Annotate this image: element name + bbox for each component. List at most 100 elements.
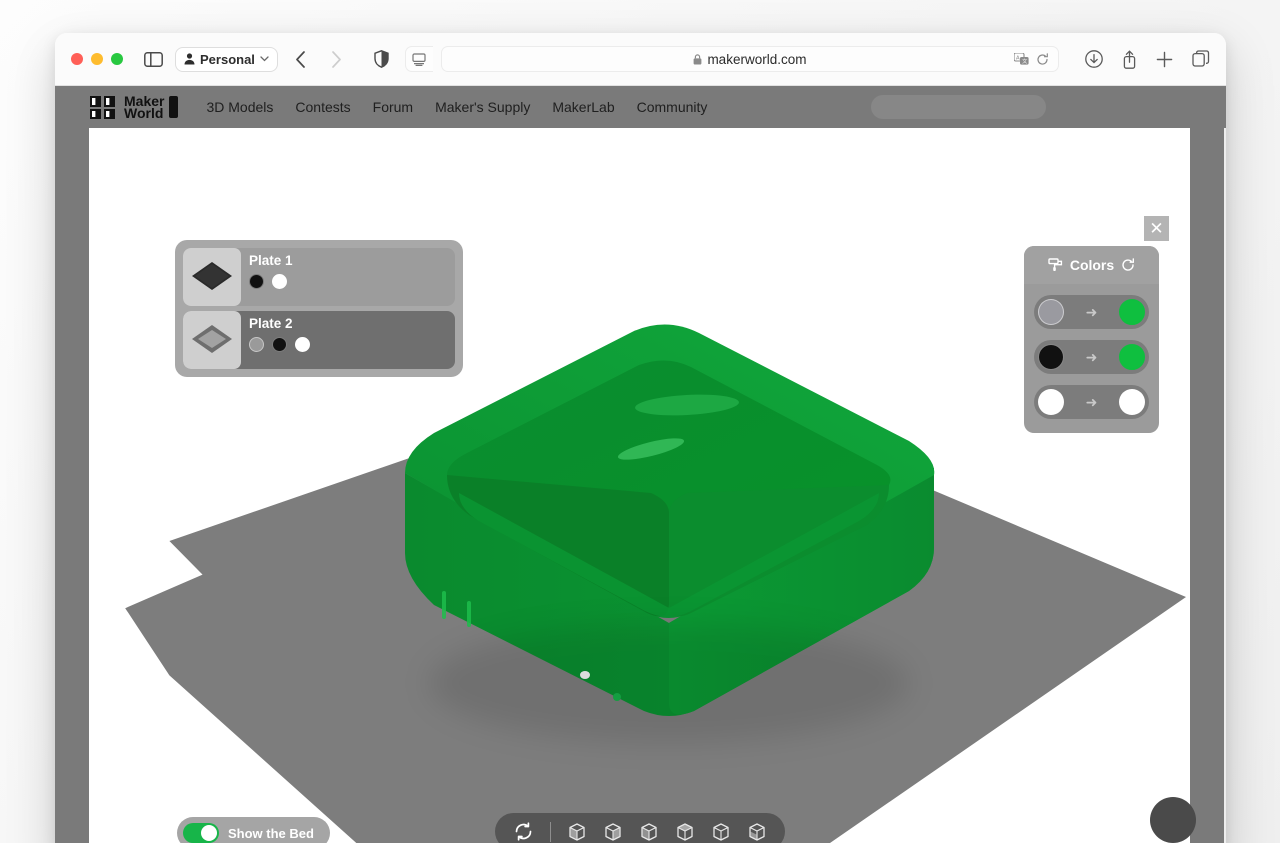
window-controls[interactable] bbox=[71, 53, 123, 65]
site-navigation-bar: Maker World 3D Models Contests Forum Mak… bbox=[55, 86, 1226, 128]
colors-panel-title: Colors bbox=[1069, 257, 1115, 273]
paint-roller-icon bbox=[1048, 258, 1062, 271]
profile-label: Personal bbox=[200, 51, 255, 67]
colors-panel: Colors ➜ ➜ ➜ bbox=[1024, 246, 1159, 433]
downloads-icon[interactable] bbox=[1085, 50, 1103, 68]
close-viewer-button[interactable]: ✕ bbox=[1144, 216, 1169, 241]
share-icon[interactable] bbox=[1122, 50, 1137, 69]
color-mapping-row[interactable]: ➜ bbox=[1034, 340, 1149, 374]
translate-icon: A文 bbox=[1014, 53, 1029, 65]
maximize-window-button[interactable] bbox=[111, 53, 123, 65]
view-top-button[interactable] bbox=[711, 822, 731, 842]
close-window-button[interactable] bbox=[71, 53, 83, 65]
view-bottom-button[interactable] bbox=[747, 822, 767, 842]
lock-icon bbox=[694, 53, 702, 64]
plate-item-1[interactable]: Plate 1 bbox=[183, 248, 455, 306]
tab-overview-icon[interactable] bbox=[1192, 50, 1210, 68]
makerworld-logo[interactable]: Maker World bbox=[89, 94, 179, 121]
color-mapping-row[interactable]: ➜ bbox=[1034, 385, 1149, 419]
nav-item-contests[interactable]: Contests bbox=[295, 99, 350, 115]
color-mapping-row[interactable]: ➜ bbox=[1034, 295, 1149, 329]
address-bar-container: makerworld.com A文 bbox=[404, 46, 1059, 72]
target-color-swatch[interactable] bbox=[1118, 389, 1145, 415]
url-label: makerworld.com bbox=[707, 51, 807, 67]
plate-item-2[interactable]: Plate 2 bbox=[183, 311, 455, 369]
page-background-left bbox=[55, 86, 89, 843]
nav-item-makerlab[interactable]: MakerLab bbox=[552, 99, 614, 115]
plate-info: Plate 1 bbox=[249, 248, 293, 306]
plate-swatches bbox=[249, 337, 310, 352]
show-bed-toggle[interactable]: Show the Bed bbox=[177, 817, 330, 843]
plates-panel: Plate 1 Plate 2 bbox=[175, 240, 463, 377]
address-bar-actions: A文 bbox=[1014, 52, 1049, 66]
model-viewer-overlay: Plate 1 Plate 2 Colors ➜ ➜ ➜ ✕ Show the … bbox=[89, 128, 1190, 843]
view-right-button[interactable] bbox=[675, 822, 695, 842]
logo-line-2: World bbox=[124, 105, 164, 121]
view-left-button[interactable] bbox=[639, 822, 659, 842]
nav-item-community[interactable]: Community bbox=[637, 99, 708, 115]
plate-name: Plate 2 bbox=[249, 316, 293, 331]
svg-text:A: A bbox=[1016, 55, 1020, 61]
source-color-swatch[interactable] bbox=[1038, 344, 1064, 370]
url-text-wrap: makerworld.com bbox=[693, 52, 806, 67]
plate-solid-thumb-icon bbox=[192, 262, 232, 290]
plate-info: Plate 2 bbox=[249, 311, 310, 369]
toggle-switch[interactable] bbox=[183, 823, 219, 843]
minimize-window-button[interactable] bbox=[91, 53, 103, 65]
chat-support-button[interactable] bbox=[1150, 797, 1196, 843]
reset-view-icon[interactable] bbox=[513, 821, 534, 842]
nav-item-makers-supply[interactable]: Maker's Supply bbox=[435, 99, 530, 115]
forward-arrow-icon[interactable] bbox=[324, 46, 350, 72]
plate-swatch[interactable] bbox=[272, 274, 287, 289]
nav-links: 3D Models Contests Forum Maker's Supply … bbox=[206, 99, 707, 115]
plus-icon[interactable] bbox=[1156, 51, 1173, 68]
chevron-down-icon bbox=[260, 56, 269, 62]
address-bar[interactable]: makerworld.com A文 bbox=[440, 46, 1059, 72]
plate-thumbnail bbox=[183, 311, 241, 369]
view-front-button[interactable] bbox=[567, 822, 587, 842]
plate-thumbnail bbox=[183, 248, 241, 306]
plate-swatch[interactable] bbox=[295, 337, 310, 352]
plate-hollow-thumb-icon bbox=[192, 325, 232, 353]
color-mapping-list: ➜ ➜ ➜ bbox=[1024, 284, 1159, 433]
source-color-swatch[interactable] bbox=[1038, 389, 1064, 415]
makerworld-logo-icon bbox=[90, 96, 115, 119]
source-color-swatch[interactable] bbox=[1038, 299, 1064, 325]
sidebar-icon[interactable] bbox=[141, 47, 165, 71]
reader-view-icon[interactable] bbox=[404, 46, 433, 72]
logo-badge bbox=[169, 96, 179, 118]
view-toolbar bbox=[494, 813, 785, 843]
reset-icon bbox=[1122, 258, 1135, 271]
profile-switcher-button[interactable]: Personal bbox=[175, 46, 278, 72]
page-edge bbox=[1224, 86, 1226, 843]
back-arrow-icon[interactable] bbox=[288, 46, 314, 72]
target-color-swatch[interactable] bbox=[1118, 299, 1145, 325]
nav-item-forum[interactable]: Forum bbox=[373, 99, 413, 115]
plate-swatch[interactable] bbox=[249, 337, 264, 352]
browser-toolbar: Personal makerworld.com A 文 bbox=[55, 33, 1226, 86]
plate-swatch[interactable] bbox=[249, 274, 264, 289]
page-background-right bbox=[1190, 86, 1224, 843]
plate-name: Plate 1 bbox=[249, 253, 293, 268]
nav-item-3d-models[interactable]: 3D Models bbox=[206, 99, 273, 115]
svg-text:文: 文 bbox=[1022, 57, 1028, 65]
view-back-button[interactable] bbox=[603, 822, 623, 842]
arrow-right-icon: ➜ bbox=[1085, 303, 1098, 320]
screen: Personal makerworld.com A 文 Maker World … bbox=[0, 0, 1280, 843]
show-bed-label: Show the Bed bbox=[228, 825, 314, 841]
browser-window: Personal makerworld.com A 文 Maker World … bbox=[55, 33, 1226, 843]
shield-icon[interactable] bbox=[374, 50, 389, 68]
arrow-right-icon: ➜ bbox=[1085, 393, 1098, 410]
plate-swatch[interactable] bbox=[272, 337, 287, 352]
toolbar-right-actions bbox=[1085, 50, 1210, 69]
person-icon bbox=[184, 53, 195, 65]
toolbar-divider bbox=[549, 821, 551, 842]
reload-icon bbox=[1037, 52, 1048, 65]
web-page: Maker World 3D Models Contests Forum Mak… bbox=[55, 86, 1226, 843]
plate-swatches bbox=[249, 274, 293, 289]
arrow-right-icon: ➜ bbox=[1085, 348, 1098, 365]
colors-panel-header: Colors bbox=[1024, 246, 1159, 284]
target-color-swatch[interactable] bbox=[1118, 344, 1145, 370]
3d-model[interactable] bbox=[389, 323, 949, 743]
site-search-input[interactable] bbox=[871, 95, 1046, 119]
